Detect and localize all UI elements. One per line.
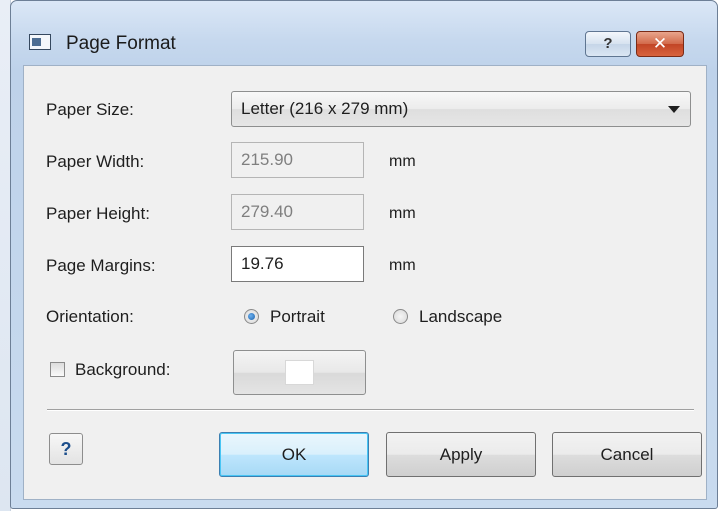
paper-size-value: Letter (216 x 279 mm)	[241, 99, 409, 118]
background-checkbox[interactable]	[50, 362, 65, 377]
ok-button[interactable]: OK	[219, 432, 369, 477]
dialog-title: Page Format	[66, 33, 176, 54]
paper-size-label: Paper Size:	[46, 100, 134, 119]
chevron-down-icon	[668, 106, 680, 113]
landscape-radio[interactable]	[393, 309, 408, 324]
title-help-button[interactable]: ?	[585, 31, 631, 57]
background-color-button[interactable]	[233, 350, 366, 395]
background-label[interactable]: Background:	[75, 360, 170, 380]
portrait-radio[interactable]	[244, 309, 259, 324]
close-button[interactable]: ✕	[636, 31, 684, 57]
paper-size-dropdown[interactable]: Letter (216 x 279 mm)	[231, 91, 691, 127]
dialog-content: Paper Size: Letter (216 x 279 mm) Paper …	[23, 65, 707, 500]
portrait-label[interactable]: Portrait	[270, 307, 325, 327]
window-icon	[29, 34, 51, 50]
orientation-label: Orientation:	[46, 307, 134, 326]
paper-height-label: Paper Height:	[46, 204, 150, 223]
page-format-dialog: Page Format ? ✕ Paper Size: Letter (216 …	[10, 0, 718, 509]
paper-height-field: 279.40	[231, 194, 364, 230]
title-bar: Page Format ? ✕	[11, 1, 717, 57]
paper-width-label: Paper Width:	[46, 152, 145, 171]
paper-width-unit: mm	[389, 153, 416, 170]
cancel-button[interactable]: Cancel	[552, 432, 702, 477]
divider	[47, 409, 694, 411]
page-margins-label: Page Margins:	[46, 256, 156, 275]
paper-height-unit: mm	[389, 205, 416, 222]
context-help-icon[interactable]: ?	[49, 433, 83, 465]
page-margins-unit: mm	[389, 257, 416, 274]
apply-button[interactable]: Apply	[386, 432, 536, 477]
page-margins-input[interactable]: 19.76	[231, 246, 364, 282]
paper-width-field: 215.90	[231, 142, 364, 178]
landscape-label[interactable]: Landscape	[419, 307, 502, 327]
color-swatch	[285, 360, 314, 385]
